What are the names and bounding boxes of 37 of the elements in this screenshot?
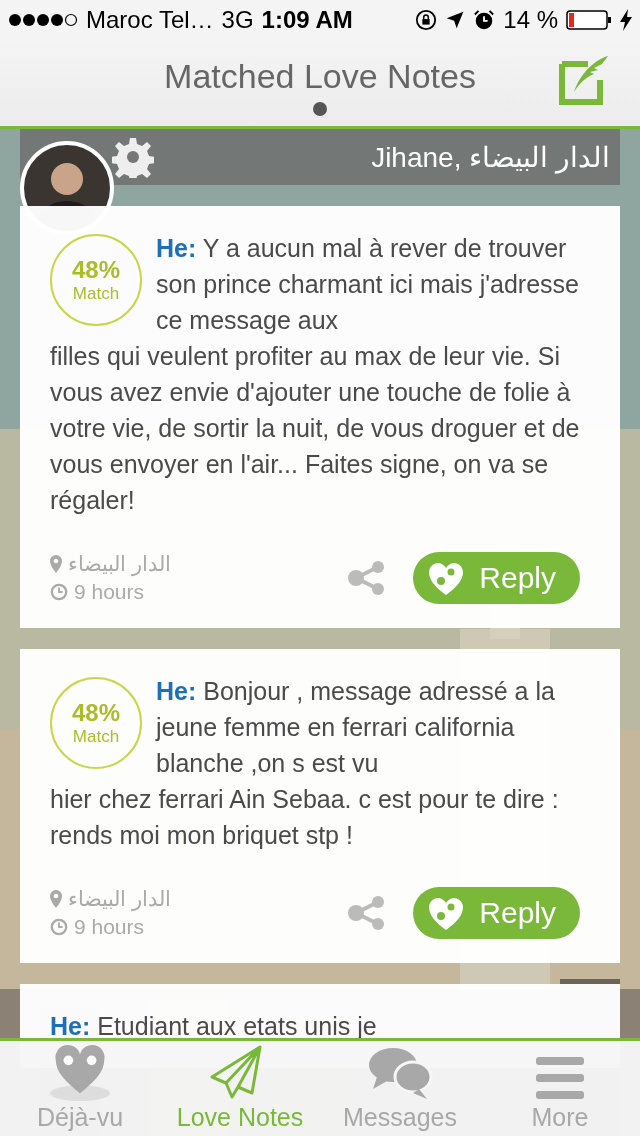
- menu-icon: [534, 1055, 586, 1101]
- tab-item[interactable]: Messages: [320, 1041, 480, 1136]
- note-text: hier chez ferrari Ain Sebaa. c est pour te dire : rends moi mon briquet stp !: [50, 784, 560, 851]
- chat-bubbles-icon: [367, 1045, 433, 1101]
- settings-icon[interactable]: [112, 136, 154, 178]
- location-arrow-icon: [445, 10, 466, 30]
- note-text: He: Y a aucun mal à rever de trouver son prince charmant ici mais j'adresse ce message aux: [156, 233, 580, 336]
- share-icon[interactable]: [347, 561, 386, 595]
- alarm-icon: [473, 9, 496, 31]
- share-icon[interactable]: [347, 896, 386, 930]
- note-text: He: Bonjour , message adressé a la jeune femme en ferrari california blanche ,on s est vu: [156, 676, 556, 779]
- battery-percent: 14 %: [503, 6, 558, 34]
- carrier-text: Maroc Tel…: [86, 6, 214, 34]
- match-badge: 48% Match: [50, 234, 142, 326]
- clock-text: 1:09 AM: [261, 6, 353, 34]
- time-text: 9 hours: [74, 580, 145, 604]
- rotation-lock-icon: [415, 9, 438, 31]
- profile-name: Jihane, الدار البيضاء: [371, 140, 610, 174]
- reply-button[interactable]: Reply: [413, 552, 580, 604]
- match-badge: 48% Match: [50, 677, 142, 769]
- clock-icon: [50, 583, 68, 601]
- note-text: filles qui veulent profiter au max de leur vie. Si vous avez envie d'ajouter une touche de folie à votre vie, de sortir la nuit, de vous droguer et de vous envoyer en l'air... Faites signe, on va se régaler!: [50, 341, 580, 516]
- location-text: الدار البيضاء: [68, 887, 171, 911]
- tab-item[interactable]: More: [480, 1041, 640, 1136]
- charging-bolt-icon: [620, 9, 632, 31]
- time-text: 9 hours: [74, 915, 145, 939]
- location-pin-icon: [50, 890, 62, 908]
- network-text: 3G: [221, 6, 254, 34]
- tab-item[interactable]: Love Notes: [160, 1041, 320, 1136]
- reply-button[interactable]: Reply: [413, 887, 580, 939]
- clock-icon: [50, 918, 68, 936]
- location-text: الدار البيضاء: [68, 552, 171, 576]
- tab-item[interactable]: Déjà-vu: [0, 1041, 160, 1136]
- location-pin-icon: [50, 555, 62, 573]
- signal-icon: [8, 13, 78, 27]
- battery-icon: [566, 10, 612, 30]
- screen-title: Matched Love Notes: [163, 56, 477, 96]
